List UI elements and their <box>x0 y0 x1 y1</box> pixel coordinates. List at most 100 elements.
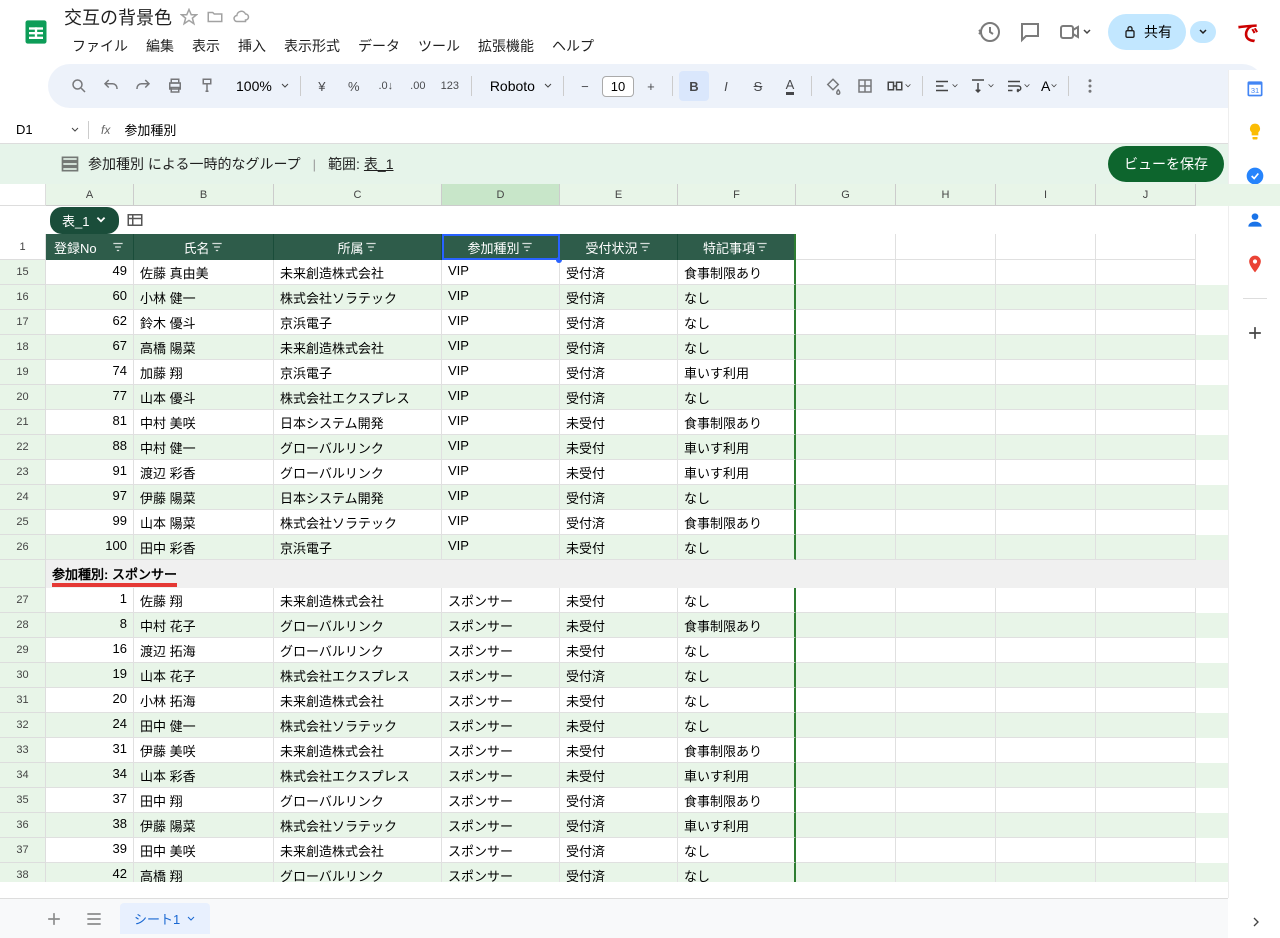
cell-status[interactable]: 未受付 <box>560 410 678 435</box>
font-dropdown[interactable]: Roboto <box>478 78 557 94</box>
cell-notes[interactable]: 車いす利用 <box>678 360 796 385</box>
row-number[interactable]: 31 <box>0 688 46 713</box>
star-icon[interactable] <box>180 8 198 26</box>
cell-name[interactable]: 中村 花子 <box>134 613 274 638</box>
cell-name[interactable]: 渡辺 拓海 <box>134 638 274 663</box>
fill-color-icon[interactable] <box>818 71 848 101</box>
formula-bar[interactable]: 参加種別 <box>122 118 1280 141</box>
cell-type[interactable]: VIP <box>442 410 560 435</box>
search-icon[interactable] <box>64 71 94 101</box>
row-number[interactable]: 30 <box>0 663 46 688</box>
cell-type[interactable]: スポンサー <box>442 713 560 738</box>
cell-notes[interactable]: 食事制限あり <box>678 510 796 535</box>
table-view-icon[interactable] <box>125 210 145 230</box>
cell-name[interactable]: 小林 健一 <box>134 285 274 310</box>
cell-type[interactable]: スポンサー <box>442 838 560 863</box>
cell-status[interactable]: 受付済 <box>560 285 678 310</box>
row-number[interactable]: 36 <box>0 813 46 838</box>
cell-notes[interactable]: なし <box>678 485 796 510</box>
cell-org[interactable]: 日本システム開発 <box>274 485 442 510</box>
cell-type[interactable]: スポンサー <box>442 663 560 688</box>
col-header-I[interactable]: I <box>996 184 1096 206</box>
cell-notes[interactable]: なし <box>678 385 796 410</box>
cell-notes[interactable]: なし <box>678 863 796 882</box>
cell-org[interactable]: 株式会社エクスプレス <box>274 663 442 688</box>
cell-status[interactable]: 受付済 <box>560 510 678 535</box>
menu-help[interactable]: ヘルプ <box>544 32 602 60</box>
row-number[interactable]: 26 <box>0 535 46 560</box>
cell-org[interactable]: 株式会社エクスプレス <box>274 385 442 410</box>
cell-notes[interactable]: 車いす利用 <box>678 813 796 838</box>
cell-name[interactable]: 山本 優斗 <box>134 385 274 410</box>
cell-name[interactable]: 伊藤 陽菜 <box>134 485 274 510</box>
cell-no[interactable]: 49 <box>46 260 134 285</box>
cell-org[interactable]: グローバルリンク <box>274 613 442 638</box>
column-header-no[interactable]: 登録No <box>46 234 134 260</box>
cell-org[interactable]: 未来創造株式会社 <box>274 838 442 863</box>
history-icon[interactable] <box>978 20 1002 44</box>
undo-icon[interactable] <box>96 71 126 101</box>
cell-notes[interactable]: なし <box>678 310 796 335</box>
column-header-type[interactable]: 参加種別 <box>442 234 560 260</box>
cell-status[interactable]: 受付済 <box>560 863 678 882</box>
cell-no[interactable]: 31 <box>46 738 134 763</box>
cell-no[interactable]: 8 <box>46 613 134 638</box>
row-number[interactable]: 24 <box>0 485 46 510</box>
cell-org[interactable]: グローバルリンク <box>274 435 442 460</box>
cell-name[interactable]: 田中 美咲 <box>134 838 274 863</box>
cell-org[interactable]: 株式会社ソラテック <box>274 713 442 738</box>
rotate-icon[interactable]: A <box>1037 78 1062 94</box>
save-view-button[interactable]: ビューを保存 <box>1108 146 1224 182</box>
filter-icon[interactable] <box>520 240 534 254</box>
cell-status[interactable]: 受付済 <box>560 310 678 335</box>
column-header-notes[interactable]: 特記事項 <box>678 234 796 260</box>
row-number[interactable]: 18 <box>0 335 46 360</box>
filter-icon[interactable] <box>364 240 378 254</box>
row-number[interactable]: 37 <box>0 838 46 863</box>
tasks-icon[interactable] <box>1245 166 1265 186</box>
de-logo-icon[interactable]: で <box>1232 16 1264 48</box>
cell-org[interactable]: 京浜電子 <box>274 535 442 560</box>
cell-no[interactable]: 97 <box>46 485 134 510</box>
col-header-C[interactable]: C <box>274 184 442 206</box>
cell-notes[interactable]: なし <box>678 638 796 663</box>
valign-icon[interactable] <box>965 77 999 95</box>
cell-org[interactable]: 京浜電子 <box>274 310 442 335</box>
cell-type[interactable]: VIP <box>442 435 560 460</box>
cell-status[interactable]: 受付済 <box>560 260 678 285</box>
share-dropdown[interactable] <box>1190 21 1216 43</box>
borders-icon[interactable] <box>850 71 880 101</box>
cell-notes[interactable]: なし <box>678 588 796 613</box>
cell-type[interactable]: VIP <box>442 310 560 335</box>
comment-icon[interactable] <box>1018 20 1042 44</box>
cell-status[interactable]: 未受付 <box>560 613 678 638</box>
calendar-icon[interactable]: 31 <box>1245 78 1265 98</box>
cell-notes[interactable]: なし <box>678 688 796 713</box>
cell-type[interactable]: スポンサー <box>442 863 560 882</box>
col-header-G[interactable]: G <box>796 184 896 206</box>
cell-type[interactable]: スポンサー <box>442 763 560 788</box>
cell-no[interactable]: 42 <box>46 863 134 882</box>
percent-icon[interactable]: % <box>339 71 369 101</box>
cell-status[interactable]: 受付済 <box>560 360 678 385</box>
row-number[interactable]: 15 <box>0 260 46 285</box>
row-number[interactable]: 17 <box>0 310 46 335</box>
row-number[interactable]: 27 <box>0 588 46 613</box>
cell-no[interactable]: 81 <box>46 410 134 435</box>
cell-type[interactable]: VIP <box>442 460 560 485</box>
select-all-cell[interactable] <box>0 184 46 206</box>
cell-status[interactable]: 未受付 <box>560 713 678 738</box>
cell-status[interactable]: 受付済 <box>560 385 678 410</box>
cell-no[interactable]: 38 <box>46 813 134 838</box>
table-tab[interactable]: 表_1 <box>50 207 119 234</box>
cell-type[interactable]: VIP <box>442 485 560 510</box>
cell-no[interactable]: 74 <box>46 360 134 385</box>
more-icon[interactable] <box>1075 71 1105 101</box>
cell-org[interactable]: グローバルリンク <box>274 863 442 882</box>
increase-font-icon[interactable]: + <box>636 71 666 101</box>
cell-no[interactable]: 34 <box>46 763 134 788</box>
cell-name[interactable]: 加藤 翔 <box>134 360 274 385</box>
cell-org[interactable]: グローバルリンク <box>274 788 442 813</box>
cell-no[interactable]: 1 <box>46 588 134 613</box>
menu-edit[interactable]: 編集 <box>138 32 182 60</box>
